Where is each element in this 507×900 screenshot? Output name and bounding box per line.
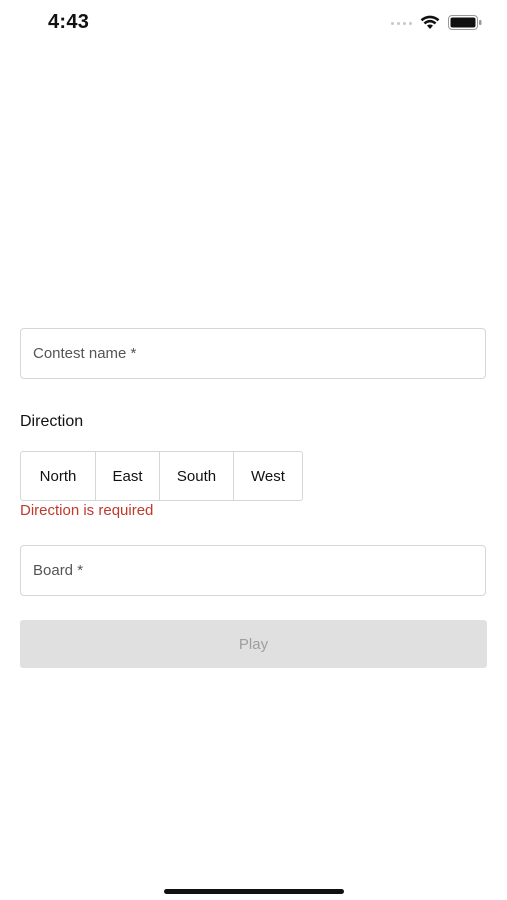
status-time: 4:43: [48, 11, 90, 33]
direction-south-button[interactable]: South: [160, 452, 234, 500]
direction-error-message: Direction is required: [20, 502, 154, 519]
contest-name-field[interactable]: [20, 328, 486, 379]
wifi-icon: [420, 15, 440, 29]
board-input[interactable]: [21, 546, 485, 595]
direction-north-button[interactable]: North: [21, 452, 96, 500]
contest-name-input[interactable]: [21, 329, 485, 378]
play-button[interactable]: Play: [20, 620, 487, 668]
cellular-signal-icon: [391, 22, 417, 26]
battery-icon: [448, 15, 482, 30]
direction-label: Direction: [20, 413, 84, 430]
status-bar: 4:43: [0, 0, 507, 48]
direction-west-button[interactable]: West: [234, 452, 302, 500]
direction-segmented-control: North East South West: [20, 451, 303, 501]
direction-east-button[interactable]: East: [96, 452, 160, 500]
board-field[interactable]: [20, 545, 486, 596]
home-indicator: [164, 889, 344, 894]
